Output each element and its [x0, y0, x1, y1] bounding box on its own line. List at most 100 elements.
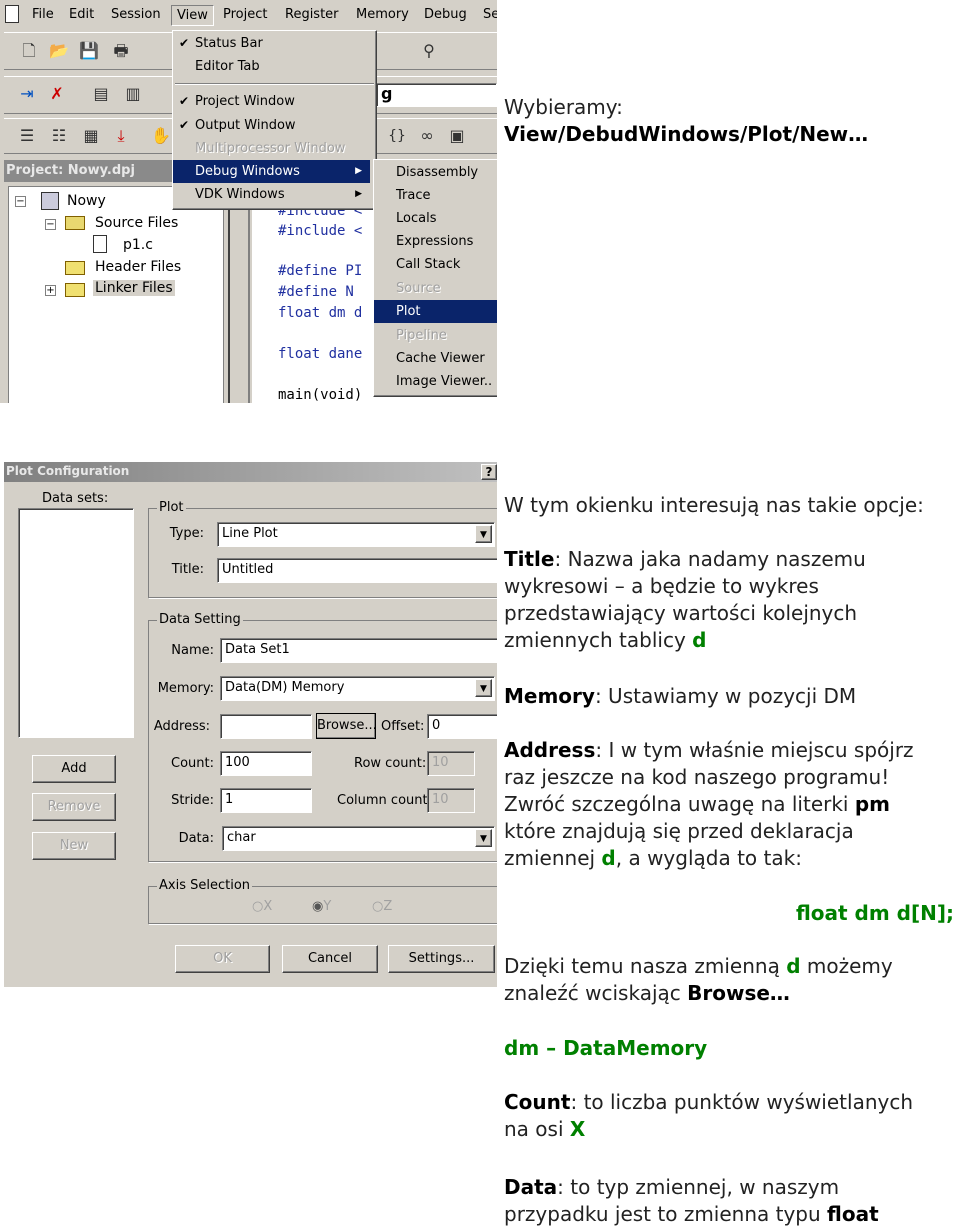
tree-item-source-files[interactable]: Source Files	[95, 215, 178, 231]
menu-item-call-stack[interactable]: Call Stack	[374, 253, 497, 276]
label: Pipeline	[396, 328, 447, 343]
menu-item-image-viewer[interactable]: Image Viewer..	[374, 370, 497, 393]
type-select[interactable]: Line Plot ▼	[217, 522, 495, 547]
radio-y[interactable]: ◉Y	[312, 899, 331, 914]
menu-item-vdk-windows[interactable]: VDK Windows ▶	[173, 183, 370, 206]
text: : Ustawiamy w pozycji DM	[594, 684, 857, 708]
offset-input[interactable]: 0	[427, 714, 497, 739]
new-button: New	[32, 832, 116, 860]
text: na osi	[504, 1117, 570, 1141]
halt-hand-icon[interactable]: ✋	[150, 125, 172, 147]
menu-item-expressions[interactable]: Expressions	[374, 230, 497, 253]
remove-file-icon[interactable]: ✗	[46, 83, 68, 105]
new-file-icon[interactable]: 🗋	[18, 40, 40, 62]
menu-project[interactable]: Project	[223, 7, 267, 22]
memory-select[interactable]: Data(DM) Memory ▼	[220, 676, 495, 701]
text: raz jeszcze na kod naszego programu!	[504, 765, 890, 789]
stride-input[interactable]: 1	[220, 788, 312, 813]
menu-item-source: Source	[374, 277, 497, 300]
binoculars-icon[interactable]: ⚲	[418, 40, 440, 62]
rebuild-icon[interactable]: ☷	[48, 125, 70, 147]
tree-root[interactable]: Nowy	[67, 193, 106, 209]
count-input[interactable]: 100	[220, 751, 312, 776]
menu-item-debug-windows[interactable]: Debug Windows ▶	[173, 160, 370, 183]
collapse-icon[interactable]: −	[45, 219, 56, 230]
term: Count	[504, 1090, 571, 1114]
project-save-icon[interactable]: ▥	[122, 83, 144, 105]
menu-file[interactable]: File	[32, 7, 54, 22]
app-document-icon	[5, 5, 19, 23]
tree-item-linker-files[interactable]: Linker Files	[93, 280, 175, 296]
radio-z[interactable]: ○Z	[372, 899, 392, 914]
add-button[interactable]: Add	[32, 755, 116, 783]
menu-item-plot[interactable]: Plot	[374, 300, 497, 323]
code-line: float dm d	[278, 305, 363, 321]
menu-session[interactable]: Session	[111, 7, 161, 22]
help-button[interactable]: ?	[481, 464, 497, 480]
name-input[interactable]: Data Set1	[220, 638, 497, 663]
count-label: Count:	[171, 756, 214, 771]
tree-item-header-files[interactable]: Header Files	[95, 259, 181, 275]
menu-separator	[175, 83, 374, 85]
menu-debug[interactable]: Debug	[424, 7, 467, 22]
menu-edit[interactable]: Edit	[69, 7, 94, 22]
text: : I w tym właśnie miejscu spójrz	[595, 738, 914, 762]
menu-item-output-window[interactable]: ✔ Output Window	[173, 114, 376, 137]
intro-text: Wybieramy: View/DebudWindows/Plot/New…	[504, 94, 960, 148]
code-line: #define N	[278, 284, 354, 300]
radio-x[interactable]: ○X	[252, 899, 272, 914]
code-line: float dane	[278, 346, 363, 362]
menu-item-locals[interactable]: Locals	[374, 207, 497, 230]
save-icon[interactable]: 💾	[78, 40, 100, 62]
expand-icon[interactable]: +	[45, 285, 56, 296]
menu-item-project-window[interactable]: ✔ Project Window	[173, 90, 376, 113]
config-combo[interactable]: g	[376, 83, 497, 107]
menu-register[interactable]: Register	[285, 7, 339, 22]
dropdown-arrow-icon[interactable]: ▼	[475, 679, 492, 697]
cancel-button[interactable]: Cancel	[282, 945, 378, 973]
label: VDK Windows	[195, 187, 285, 202]
menu-item-trace[interactable]: Trace	[374, 184, 497, 207]
label: Editor Tab	[195, 59, 260, 74]
project-icon[interactable]: ▤	[90, 83, 112, 105]
dropdown-arrow-icon[interactable]: ▼	[475, 829, 492, 847]
menu-item-status-bar[interactable]: ✔ Status Bar	[173, 32, 376, 55]
menu-item-disassembly[interactable]: Disassembly	[374, 161, 497, 184]
browse-button[interactable]: Browse...	[316, 713, 377, 739]
build-icon[interactable]: ☰	[16, 125, 38, 147]
title-label: Title:	[171, 562, 204, 577]
folder-icon	[65, 283, 85, 297]
data-type-select[interactable]: char ▼	[222, 826, 495, 851]
add-file-icon[interactable]: ⇥	[16, 83, 38, 105]
text: przedstawiający wartości kolejnych	[504, 601, 858, 625]
window-icon[interactable]: ▣	[446, 125, 468, 147]
row-count-input: 10	[427, 751, 475, 776]
settings-button[interactable]: Settings...	[388, 945, 495, 973]
label: Trace	[396, 188, 431, 203]
open-folder-icon[interactable]: 📂	[48, 40, 70, 62]
load-icon[interactable]: ⤓	[110, 125, 132, 147]
data-sets-list[interactable]	[18, 508, 134, 738]
compile-icon[interactable]: ▦	[80, 125, 102, 147]
radio-checked-icon: ◉	[312, 899, 324, 914]
print-icon[interactable]: 🖶	[110, 40, 132, 62]
menu-item-editor-tab[interactable]: Editor Tab	[173, 55, 376, 78]
collapse-icon[interactable]: −	[15, 196, 26, 207]
menu-memory[interactable]: Memory	[356, 7, 409, 22]
menu-settings[interactable]: Se	[483, 7, 497, 22]
menu-item-pipeline: Pipeline	[374, 324, 497, 347]
address-input[interactable]	[220, 714, 312, 739]
title-input[interactable]: Untitled	[217, 558, 497, 583]
splitter[interactable]	[228, 182, 250, 403]
menu-item-cache-viewer[interactable]: Cache Viewer	[374, 347, 497, 370]
text: znaleźć wciskając	[504, 981, 688, 1005]
braces-icon[interactable]: {}	[386, 125, 408, 147]
label: Z	[383, 899, 393, 914]
tree-item-p1c[interactable]: p1.c	[123, 237, 153, 253]
label: Multiprocessor Window	[195, 141, 346, 156]
dropdown-arrow-icon[interactable]: ▼	[475, 525, 492, 543]
watch-glasses-icon[interactable]: ∞	[416, 125, 438, 147]
label: Disassembly	[396, 165, 479, 180]
menu-view[interactable]: View	[171, 5, 214, 26]
radio-icon: ○	[372, 899, 384, 914]
